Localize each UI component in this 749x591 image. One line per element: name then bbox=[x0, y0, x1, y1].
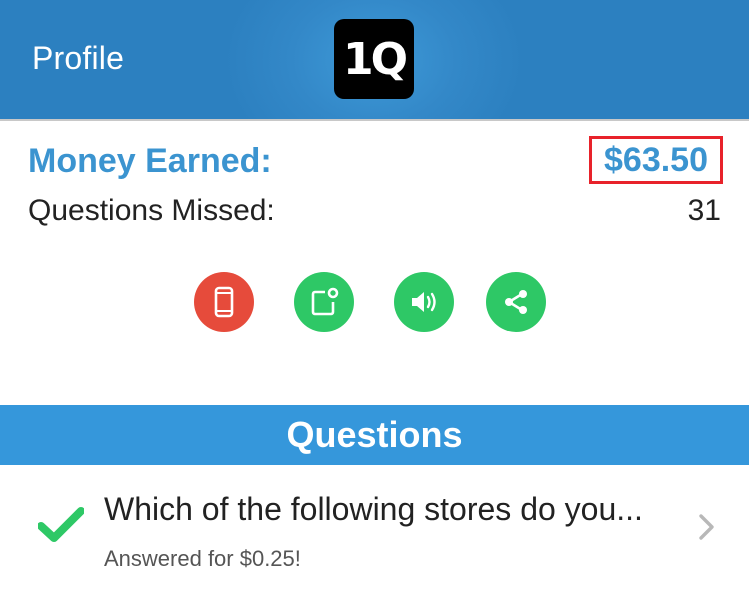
phone-button[interactable] bbox=[194, 272, 254, 332]
question-status: Answered for $0.25! bbox=[104, 546, 301, 571]
checkmark-icon bbox=[38, 507, 84, 542]
questions-missed-value: 31 bbox=[687, 194, 721, 227]
phone-icon bbox=[214, 286, 234, 318]
question-list-item[interactable]: Which of the following stores do you... … bbox=[0, 465, 749, 591]
speaker-icon bbox=[412, 292, 436, 312]
sound-button[interactable] bbox=[394, 272, 454, 332]
questions-missed-label: Questions Missed: bbox=[28, 194, 275, 227]
money-earned-label: Money Earned: bbox=[28, 142, 272, 180]
notification-icon bbox=[311, 287, 339, 316]
share-button[interactable] bbox=[486, 272, 546, 332]
question-text: Which of the following stores do you... bbox=[104, 491, 643, 527]
logo-text: 1Q bbox=[342, 33, 408, 85]
questions-heading: Questions bbox=[286, 414, 463, 455]
chevron-right-icon bbox=[699, 514, 714, 540]
share-icon bbox=[505, 290, 527, 314]
header-bar: Profile 1Q bbox=[0, 0, 749, 121]
money-earned-value: $63.50 bbox=[589, 136, 723, 184]
page-title: Profile bbox=[32, 40, 125, 76]
questions-section-header: Questions bbox=[0, 405, 749, 465]
app-logo: 1Q bbox=[334, 19, 414, 99]
notifications-button[interactable] bbox=[294, 272, 354, 332]
